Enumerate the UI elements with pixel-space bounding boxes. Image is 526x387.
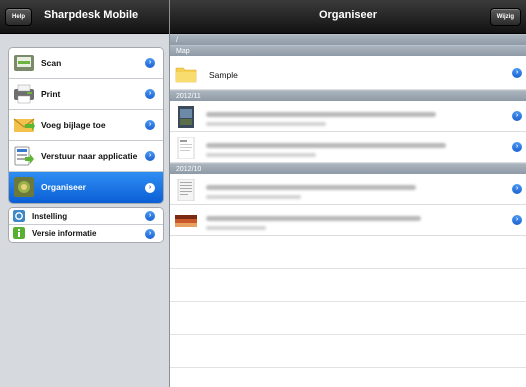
menu-item-label: Voeg bijlage toe (41, 120, 106, 130)
menu-item-label: Verstuur naar applicatie (41, 151, 138, 161)
settings-icon (13, 210, 25, 222)
disclosure-icon[interactable]: › (512, 67, 522, 78)
empty-row (170, 269, 526, 302)
menu-item-send-to-app[interactable]: Verstuur naar applicatie › (9, 141, 163, 172)
send-to-app-icon (14, 146, 34, 166)
settings-menu: Instelling › Versie informatie › (8, 207, 164, 243)
file-detail-redacted (206, 153, 316, 157)
menu-item-settings[interactable]: Instelling › (9, 208, 163, 225)
photo-thumbnail-icon (175, 215, 197, 227)
disclosure-icon[interactable]: › (512, 142, 522, 152)
app-title: Sharpdesk Mobile (44, 9, 139, 21)
disclosure-icon[interactable]: › (512, 184, 522, 194)
empty-row (170, 236, 526, 269)
menu-item-label: Print (41, 89, 61, 99)
disclosure-icon: › (145, 120, 155, 130)
file-name-redacted (206, 143, 446, 148)
disclosure-icon: › (145, 211, 155, 221)
file-detail-redacted (206, 122, 326, 126)
content-navbar: Organiseer Wijzig (170, 0, 526, 34)
disclosure-icon[interactable]: › (512, 215, 522, 225)
list-item-file[interactable]: › (170, 132, 526, 163)
content-pane: Organiseer Wijzig / Map Sample › 2012/11… (170, 0, 526, 387)
empty-row (170, 302, 526, 335)
edit-button[interactable]: Wijzig (489, 8, 521, 26)
sidebar: Help Sharpdesk Mobile Scan › Print › Voe… (0, 0, 170, 387)
file-name-redacted (206, 112, 436, 117)
list-item-file[interactable]: › (170, 174, 526, 205)
attach-icon (13, 118, 35, 132)
disclosure-icon: › (145, 228, 155, 239)
info-icon (13, 227, 25, 239)
list-item-folder[interactable]: Sample › (170, 56, 526, 90)
photo-thumbnail-icon (178, 106, 194, 128)
path-header: / (170, 34, 526, 45)
document-thumbnail-icon (177, 137, 195, 159)
disclosure-icon[interactable]: › (512, 111, 522, 121)
disclosure-icon: › (145, 182, 155, 193)
list-item-file[interactable]: › (170, 205, 526, 236)
menu-item-label: Versie informatie (32, 229, 97, 238)
folder-icon (175, 67, 197, 83)
menu-item-label: Organiseer (41, 182, 86, 192)
organize-icon (14, 177, 34, 197)
main-menu: Scan › Print › Voeg bijlage toe › Verstu… (8, 47, 164, 204)
disclosure-icon: › (145, 151, 155, 161)
menu-item-label: Instelling (32, 212, 68, 221)
file-name-redacted (206, 216, 421, 221)
section-header: 2012/11 (170, 90, 526, 101)
print-icon (14, 84, 34, 104)
file-detail-redacted (206, 226, 266, 230)
sidebar-navbar: Help Sharpdesk Mobile (0, 0, 169, 34)
scan-icon (14, 55, 34, 71)
file-detail-redacted (206, 195, 301, 199)
file-name-redacted (206, 185, 416, 190)
page-title: Organiseer (318, 9, 378, 21)
menu-item-print[interactable]: Print › (9, 79, 163, 110)
help-button[interactable]: Help (5, 8, 33, 26)
file-list: / Map Sample › 2012/11 › › 2012/10 › › (170, 34, 526, 368)
folder-name: Sample (209, 70, 238, 80)
menu-item-organize[interactable]: Organiseer › (9, 172, 163, 203)
disclosure-icon: › (145, 89, 155, 99)
menu-item-scan[interactable]: Scan › (9, 48, 163, 79)
menu-item-attach[interactable]: Voeg bijlage toe › (9, 110, 163, 141)
menu-item-label: Scan (41, 58, 62, 68)
list-item-file[interactable]: › (170, 101, 526, 132)
disclosure-icon: › (145, 58, 155, 68)
empty-row (170, 335, 526, 368)
section-header: Map (170, 45, 526, 56)
document-thumbnail-icon (177, 179, 195, 201)
section-header: 2012/10 (170, 163, 526, 174)
menu-item-version-info[interactable]: Versie informatie › (9, 225, 163, 242)
